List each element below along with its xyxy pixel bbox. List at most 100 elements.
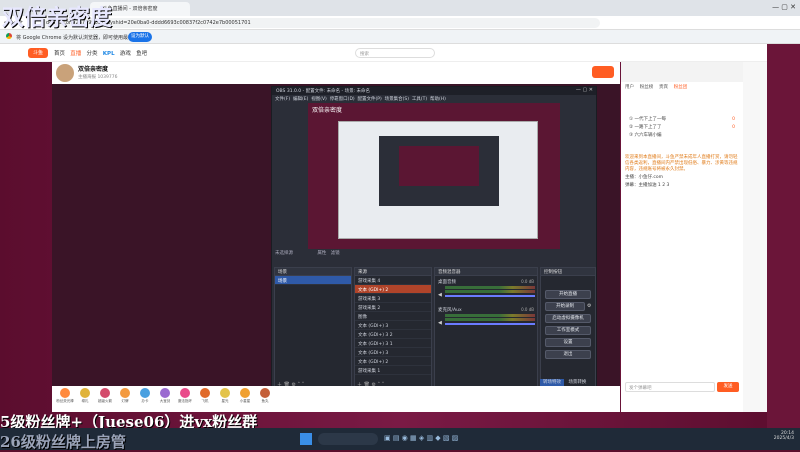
- controls-title: 控制按钮: [541, 268, 595, 276]
- gift-icon: [220, 388, 230, 398]
- default-browser-infobar: 将 Google Chrome 设为默认浏览器，即可使用最新功能 设为默认: [0, 30, 800, 44]
- taskbar-apps[interactable]: ▣ ▤ ◉ ▦ ◈ ▥ ◆ ▧ ▨: [384, 434, 584, 444]
- tab-scene-switch[interactable]: 场景转换: [565, 379, 589, 386]
- nav-games[interactable]: 游戏: [120, 51, 131, 57]
- set-default-button[interactable]: 设为默认: [128, 32, 152, 42]
- start-streaming-button[interactable]: 开始直播: [545, 290, 591, 299]
- mixer-channel-db: 0.0 dB: [521, 307, 534, 312]
- gift-item[interactable]: 飞机: [196, 388, 214, 404]
- source-item[interactable]: 文本 (GDI+) 2: [355, 285, 431, 294]
- exit-button[interactable]: 退出: [545, 350, 591, 359]
- gift-item[interactable]: 粉丝荧光棒: [56, 388, 74, 404]
- volume-slider[interactable]: [445, 295, 535, 297]
- douyu-logo[interactable]: 斗鱼: [28, 48, 48, 58]
- menu-docks[interactable]: 停靠窗口(D): [330, 97, 355, 102]
- url-field[interactable]: douyu.com/237499631?dyshid=20e0ba0-dddd6…: [40, 18, 600, 28]
- menu-tools[interactable]: 工具(T): [412, 97, 427, 102]
- source-item[interactable]: 图像: [355, 312, 431, 321]
- top-caption: 双倍亲密度: [2, 5, 113, 31]
- gift-icon: [180, 388, 190, 398]
- chat-tab-fanclub[interactable]: 粉丝团: [674, 85, 688, 90]
- obs-preview[interactable]: 双倍亲密度: [308, 103, 560, 249]
- nav-kpl[interactable]: KPL: [103, 51, 115, 57]
- nav-category[interactable]: 分类: [87, 51, 98, 57]
- gift-icon: [140, 388, 150, 398]
- send-button[interactable]: 发送: [717, 382, 739, 392]
- source-item[interactable]: 文本 (GDI+) 3 2: [355, 330, 431, 339]
- nav-yuba[interactable]: 鱼吧: [136, 51, 147, 57]
- menu-scene-collection[interactable]: 场景集合(S): [385, 97, 409, 102]
- audio-mixer-dock: 音频混音器 桌面音频 0.0 dB ◀ 麦克风/Aux 0.0 dB ◀: [434, 267, 538, 391]
- menu-edit[interactable]: 编辑(E): [293, 97, 308, 102]
- start-icon[interactable]: [300, 433, 312, 445]
- chat-tab-users[interactable]: 用户: [625, 85, 634, 90]
- right-margin: [767, 44, 800, 428]
- gear-icon[interactable]: ⚙: [587, 303, 591, 309]
- speaker-icon[interactable]: ◀: [438, 292, 442, 298]
- gift-icon: [260, 388, 270, 398]
- chat-tab-vip[interactable]: 贵宾: [659, 85, 668, 90]
- obs-menubar: 文件(F) 编辑(E) 视图(V) 停靠窗口(D) 配置文件(P) 场景集合(S…: [272, 95, 596, 103]
- studio-mode-button[interactable]: 工作室模式: [545, 326, 591, 335]
- start-recording-button[interactable]: 开始录制: [545, 302, 585, 311]
- nav-live[interactable]: 直播: [70, 51, 81, 57]
- rank-item[interactable]: ③ 六六车辆小编: [625, 132, 739, 140]
- sources-title: 来源: [355, 268, 431, 276]
- gift-item[interactable]: 魔法指环: [176, 388, 194, 404]
- search-input[interactable]: 搜索: [355, 48, 435, 58]
- address-bar[interactable]: ← → ⟳ douyu.com/237499631?dyshid=20e0ba0…: [0, 16, 800, 30]
- source-item[interactable]: 游戏采集 4: [355, 276, 431, 285]
- menu-profile[interactable]: 配置文件(P): [358, 97, 382, 102]
- controls-dock: 控制按钮 开始直播 开始录制 ⚙ 启动虚拟摄像机 工作室模式 设置 退出: [540, 267, 596, 391]
- gift-item[interactable]: 办卡: [136, 388, 154, 404]
- gift-bar: 粉丝荧光棒 壕礼 超级火箭 灯牌 办卡 大宝剑 魔法指环 飞机 星光 小星星 鱼…: [52, 386, 274, 412]
- audio-meter: [445, 290, 535, 293]
- streamer-avatar[interactable]: [56, 64, 74, 82]
- scenes-title: 场景: [275, 268, 351, 276]
- gift-item[interactable]: 灯牌: [116, 388, 134, 404]
- obs-window: OBS 31.0.0 - 配置文件: 未命名 - 场景: 未命名 — ▢ ✕ 文…: [271, 86, 597, 398]
- properties-button[interactable]: 属性: [317, 251, 326, 256]
- virtual-camera-button[interactable]: 启动虚拟摄像机: [545, 314, 591, 323]
- filters-button[interactable]: 滤镜: [331, 251, 340, 256]
- taskbar-clock[interactable]: 20:14 2025/4/3: [774, 431, 794, 441]
- scene-item[interactable]: 场景: [275, 276, 351, 285]
- source-item[interactable]: 文本 (GDI+) 3 1: [355, 339, 431, 348]
- volume-slider[interactable]: [445, 323, 535, 325]
- gift-item[interactable]: 星光: [216, 388, 234, 404]
- follow-button[interactable]: [592, 66, 614, 78]
- source-item[interactable]: 游戏采集 1: [355, 366, 431, 375]
- menu-view[interactable]: 视图(V): [311, 97, 327, 102]
- chat-message: 主播：小鱼仔.com: [625, 175, 664, 180]
- source-item[interactable]: 文本 (GDI+) 3: [355, 321, 431, 330]
- caption-line-2: 26级粉丝牌上房管: [0, 433, 126, 451]
- chat-input[interactable]: 发个弹幕吧: [625, 382, 715, 392]
- tab-transitions[interactable]: 转场特效: [540, 379, 564, 386]
- gift-item[interactable]: 超级火箭: [96, 388, 114, 404]
- source-item[interactable]: 文本 (GDI+) 3: [355, 348, 431, 357]
- gift-item[interactable]: 壕礼: [76, 388, 94, 404]
- gift-icon: [100, 388, 110, 398]
- window-controls[interactable]: — ▢ ✕: [772, 3, 796, 11]
- source-item[interactable]: 游戏采集 3: [355, 294, 431, 303]
- settings-button[interactable]: 设置: [545, 338, 591, 347]
- infobar-text: 将 Google Chrome 设为默认浏览器，即可使用最新功能: [16, 35, 144, 41]
- microphone-icon[interactable]: ◀: [438, 320, 442, 326]
- chat-tabs: 用户 粉丝榜 贵宾 粉丝团: [625, 84, 739, 90]
- rank-item[interactable]: ① 一代下上了一每 0: [625, 116, 739, 124]
- taskbar-search[interactable]: [318, 433, 378, 445]
- gift-item[interactable]: 小星星: [236, 388, 254, 404]
- obs-window-controls[interactable]: — ▢ ✕: [576, 87, 593, 93]
- rank-item[interactable]: ② 一路下上了了 0: [625, 124, 739, 132]
- chat-system-notice: 欢迎来到本直播间，斗鱼严禁未成年人直播打赏，请勿轻信各类返利，直播间内严禁出现低…: [625, 155, 738, 172]
- chat-messages: 欢迎来到本直播间，斗鱼严禁未成年人直播打赏，请勿轻信各类返利，直播间内严禁出现低…: [621, 154, 743, 190]
- nav-home[interactable]: 首页: [54, 51, 65, 57]
- menu-help[interactable]: 帮助(H): [430, 97, 446, 102]
- chat-tab-fans[interactable]: 粉丝榜: [640, 85, 654, 90]
- gift-item[interactable]: 鱼丸: [256, 388, 274, 404]
- source-item[interactable]: 文本 (GDI+) 2: [355, 357, 431, 366]
- menu-file[interactable]: 文件(F): [275, 97, 290, 102]
- source-item[interactable]: 游戏采集 2: [355, 303, 431, 312]
- gift-icon: [240, 388, 250, 398]
- gift-item[interactable]: 大宝剑: [156, 388, 174, 404]
